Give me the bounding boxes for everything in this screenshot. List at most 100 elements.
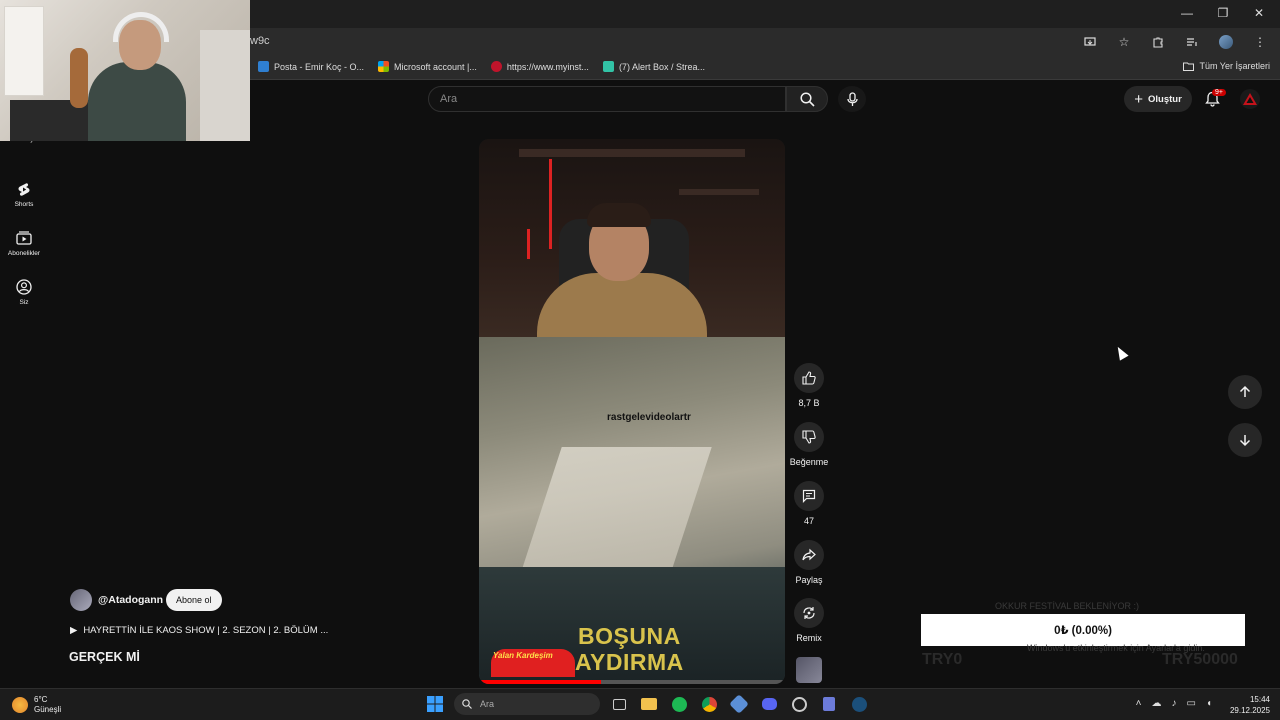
streamlabs-icon <box>602 61 614 72</box>
bookmark-item[interactable]: Microsoft account |... <box>378 61 477 72</box>
bookmark-item[interactable]: (7) Alert Box / Strea... <box>602 61 705 72</box>
sidebar-item-shorts[interactable]: Shorts <box>0 181 48 208</box>
voice-search-button[interactable] <box>838 86 866 112</box>
video-progress-bar[interactable] <box>479 680 785 684</box>
search-placeholder: Ara <box>440 93 458 105</box>
microphone-tray-icon[interactable]: ♪ <box>1172 698 1177 709</box>
chrome-icon[interactable] <box>698 693 720 715</box>
minimize-button[interactable]: — <box>1180 6 1194 20</box>
next-short-button[interactable] <box>1228 423 1262 457</box>
channel-avatar[interactable] <box>70 589 92 611</box>
taskbar-clock[interactable]: 15:44 29.12.2025 <box>1230 694 1270 716</box>
obs-icon[interactable] <box>788 693 810 715</box>
comment-count: 47 <box>803 516 814 526</box>
clip-caption-line: AYDIRMA <box>575 649 684 675</box>
weather-temp: 6°C <box>34 695 48 704</box>
remix-icon <box>803 607 815 619</box>
donation-goal-bar: 0₺ (0.00%) <box>921 614 1245 646</box>
video-title: GERÇEK Mİ <box>69 650 140 664</box>
subscriptions-icon <box>16 230 32 246</box>
system-tray: ˄ ☁ ♪ ▭ ◖ <box>1136 698 1212 709</box>
media-controls-icon[interactable] <box>1182 32 1202 52</box>
sidebar-item-subscriptions[interactable]: Abonelikler <box>0 230 48 257</box>
sun-icon <box>12 697 28 713</box>
comment-icon <box>802 489 816 503</box>
thumbs-down-icon <box>802 430 816 444</box>
sound-channel-avatar[interactable] <box>796 657 822 683</box>
remix-button[interactable] <box>794 598 824 628</box>
bookmark-star-icon[interactable]: ☆ <box>1114 32 1134 52</box>
sidebar-item-you[interactable]: Siz <box>0 279 48 306</box>
extensions-icon[interactable] <box>1148 32 1168 52</box>
app-icon[interactable] <box>728 693 750 715</box>
share-button[interactable] <box>794 540 824 570</box>
spotify-icon[interactable] <box>668 693 690 715</box>
sidebar-item-label: Abonelikler <box>7 250 41 257</box>
remix-label: Remix <box>796 633 822 643</box>
bookmark-label: https://www.myinst... <box>506 61 589 72</box>
display-icon[interactable]: ▭ <box>1187 698 1196 709</box>
led-strip <box>527 229 530 259</box>
previous-short-button[interactable] <box>1228 375 1262 409</box>
avatar-logo-icon <box>1243 93 1257 105</box>
clip-caption-line: BOŞUNA <box>578 623 681 649</box>
search-button[interactable] <box>786 86 828 112</box>
file-explorer-icon[interactable] <box>638 693 660 715</box>
short-video-player[interactable]: rastgelevideolartr BOŞUNA AYDIRMA Yalan … <box>479 139 785 684</box>
volume-icon[interactable]: ◖ <box>1206 698 1212 709</box>
playlist-link[interactable]: ▶ HAYRETTİN İLE KAOS SHOW | 2. SEZON | 2… <box>70 625 328 636</box>
profile-avatar-icon[interactable] <box>1216 32 1236 52</box>
steam-icon[interactable] <box>848 693 870 715</box>
restore-button[interactable]: ❐ <box>1216 6 1230 20</box>
create-button[interactable]: + Oluştur <box>1124 86 1192 112</box>
webcam-person-body <box>88 62 186 141</box>
comment-button[interactable] <box>794 481 824 511</box>
led-strip <box>549 159 552 249</box>
close-button[interactable]: ✕ <box>1252 6 1266 20</box>
bookmark-label: Posta - Emir Koç - O... <box>274 61 365 72</box>
url-text[interactable]: w9c <box>250 35 270 47</box>
discord-icon[interactable] <box>758 693 780 715</box>
all-bookmarks-label: Tüm Yer İşaretleri <box>1199 61 1270 71</box>
like-button[interactable] <box>794 363 824 393</box>
account-avatar[interactable] <box>1240 89 1260 109</box>
site-icon <box>490 61 502 72</box>
all-bookmarks[interactable]: Tüm Yer İşaretleri <box>1183 61 1270 71</box>
share-icon <box>802 548 816 561</box>
clip-logo-text: Yalan Kardeşim <box>493 651 553 660</box>
windows-start-icon[interactable] <box>424 693 446 715</box>
microphone-icon <box>846 91 858 106</box>
remix-action: Remix <box>787 598 831 643</box>
browser-menu-icon[interactable]: ⋮ <box>1250 32 1270 52</box>
task-view-icon[interactable] <box>608 693 630 715</box>
taskbar-search-input[interactable]: Ara <box>454 693 600 715</box>
webcam-cabinet <box>200 30 250 141</box>
create-label: Oluştur <box>1147 93 1182 105</box>
subscribe-button[interactable]: Abone ol <box>166 589 222 611</box>
weather-desc: Güneşli <box>34 705 62 714</box>
channel-name[interactable]: @Atadogann <box>98 594 163 606</box>
chevron-up-icon[interactable]: ˄ <box>1136 698 1142 709</box>
install-app-icon[interactable] <box>1080 32 1100 52</box>
arrow-down-icon <box>1239 435 1251 447</box>
search-input[interactable]: Ara <box>428 86 786 112</box>
clock-time: 15:44 <box>1249 695 1270 704</box>
dislike-label: Beğenme <box>789 457 829 467</box>
clock-date: 29.12.2025 <box>1229 706 1270 715</box>
plus-icon: + <box>1134 90 1143 108</box>
goal-max-ghost: TRY50000 <box>1162 651 1238 668</box>
bookmark-item[interactable]: https://www.myinst... <box>490 61 589 72</box>
onedrive-icon[interactable]: ☁ <box>1152 698 1162 709</box>
dislike-button[interactable] <box>794 422 824 452</box>
microsoft-icon <box>378 61 390 72</box>
weather-widget[interactable]: 6°C Güneşli <box>12 695 61 715</box>
streamlabs-app-icon[interactable] <box>818 693 840 715</box>
window-controls: — ❐ ✕ <box>1180 6 1266 20</box>
playlist-title: HAYRETTİN İLE KAOS SHOW | 2. SEZON | 2. … <box>83 625 329 636</box>
streamer-body <box>537 273 707 343</box>
stream-footage <box>479 139 785 343</box>
search-icon <box>462 699 472 709</box>
goal-caption-ghost: OKKUR FESTİVAL BEKLENİYOR :) <box>995 601 1140 611</box>
share-label: Paylaş <box>795 575 823 585</box>
bookmark-item[interactable]: Posta - Emir Koç - O... <box>258 61 364 72</box>
